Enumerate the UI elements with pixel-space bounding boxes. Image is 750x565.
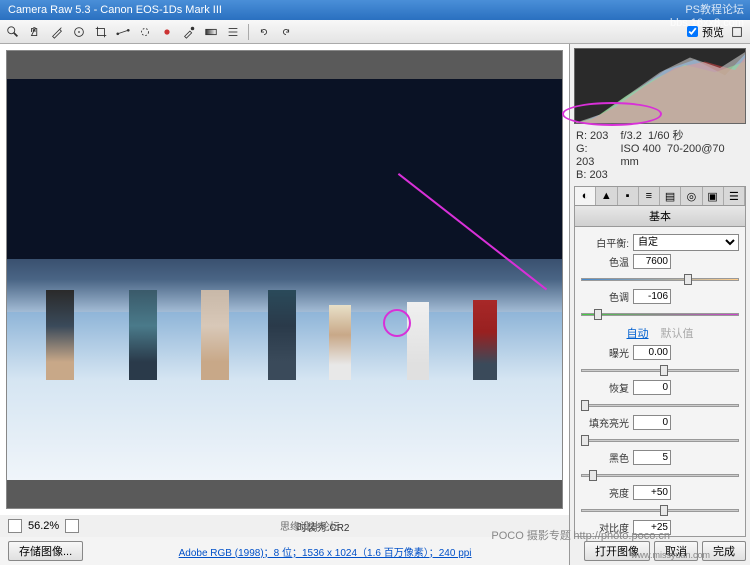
slider-label: 曝光 bbox=[581, 345, 629, 360]
tab-detail[interactable]: ▪ bbox=[618, 187, 639, 205]
slider-label: 黑色 bbox=[581, 450, 629, 465]
zoom-tool-icon[interactable] bbox=[4, 23, 22, 41]
workflow-link[interactable]: Adobe RGB (1998)；8 位；1536 x 1024（1.6 百万像… bbox=[179, 548, 472, 559]
zoom-level[interactable]: 56.2% bbox=[28, 520, 59, 532]
wb-select[interactable]: 自定 bbox=[633, 234, 739, 251]
histogram[interactable] bbox=[574, 48, 746, 124]
slider-label: 填充亮光 bbox=[581, 415, 629, 430]
watermark: POCO 摄影专题 http://photo.poco.cn bbox=[491, 527, 670, 543]
hand-tool-icon[interactable] bbox=[26, 23, 44, 41]
panel-tabs: ◐ ▲ ▪ ≡ ▤ ◎ ▣ ☰ bbox=[574, 186, 746, 206]
wb-tool-icon[interactable] bbox=[48, 23, 66, 41]
tab-lens[interactable]: ◎ bbox=[681, 187, 702, 205]
slider-亮度[interactable] bbox=[581, 503, 739, 517]
auto-link[interactable]: 自动 bbox=[627, 325, 649, 341]
zoom-out-icon[interactable] bbox=[8, 519, 22, 533]
slider-色温[interactable] bbox=[581, 272, 739, 286]
zoom-in-icon[interactable] bbox=[65, 519, 79, 533]
crop-tool-icon[interactable] bbox=[92, 23, 110, 41]
tab-basic[interactable]: ◐ bbox=[575, 187, 596, 205]
watermark: 思缘设计论坛 bbox=[280, 518, 340, 533]
gradient-tool-icon[interactable] bbox=[202, 23, 220, 41]
tab-camera[interactable]: ▣ bbox=[703, 187, 724, 205]
slider-value[interactable] bbox=[633, 485, 671, 500]
tab-hsl[interactable]: ≡ bbox=[639, 187, 660, 205]
slider-色调[interactable] bbox=[581, 307, 739, 321]
rotate-ccw-icon[interactable] bbox=[255, 23, 273, 41]
rotate-cw-icon[interactable] bbox=[277, 23, 295, 41]
watermark: www.missyuan.com bbox=[631, 550, 710, 560]
prefs-tool-icon[interactable] bbox=[224, 23, 242, 41]
slider-恢复[interactable] bbox=[581, 398, 739, 412]
title-bar: Camera Raw 5.3 - Canon EOS-1Ds Mark III bbox=[0, 0, 750, 20]
tab-curve[interactable]: ▲ bbox=[596, 187, 617, 205]
rgb-readout: R: 203G: 203B: 203 f/3.2 1/60 秒 ISO 400 … bbox=[570, 128, 750, 184]
slider-value[interactable] bbox=[633, 415, 671, 430]
slider-label: 亮度 bbox=[581, 485, 629, 500]
basic-panel: 白平衡: 自定 色温 色调 自动 默认值 曝光 恢复 填充亮光 黑色 亮度 对比… bbox=[574, 227, 746, 537]
watermark: PS教程论坛bbs.16xx8.com bbox=[670, 4, 744, 30]
default-link[interactable]: 默认值 bbox=[661, 325, 694, 341]
slider-黑色[interactable] bbox=[581, 468, 739, 482]
preview-canvas[interactable] bbox=[6, 50, 563, 509]
panel-header: 基本 bbox=[574, 206, 746, 227]
sampler-tool-icon[interactable] bbox=[70, 23, 88, 41]
wb-label: 白平衡: bbox=[581, 235, 629, 250]
slider-曝光[interactable] bbox=[581, 363, 739, 377]
slider-value[interactable] bbox=[633, 289, 671, 304]
spot-tool-icon[interactable] bbox=[136, 23, 154, 41]
slider-value[interactable] bbox=[633, 380, 671, 395]
slider-label: 色温 bbox=[581, 254, 629, 269]
adjust-brush-icon[interactable] bbox=[180, 23, 198, 41]
toolbar: 预览 bbox=[0, 20, 750, 44]
slider-value[interactable] bbox=[633, 450, 671, 465]
app-title: Camera Raw 5.3 - Canon EOS-1Ds Mark III bbox=[8, 4, 222, 16]
redeye-tool-icon[interactable] bbox=[158, 23, 176, 41]
slider-填充亮光[interactable] bbox=[581, 433, 739, 447]
slider-label: 恢复 bbox=[581, 380, 629, 395]
slider-label: 色调 bbox=[581, 289, 629, 304]
straighten-tool-icon[interactable] bbox=[114, 23, 132, 41]
tab-preset[interactable]: ☰ bbox=[724, 187, 745, 205]
slider-value[interactable] bbox=[633, 345, 671, 360]
save-image-button[interactable]: 存储图像... bbox=[8, 541, 83, 561]
tab-split[interactable]: ▤ bbox=[660, 187, 681, 205]
slider-value[interactable] bbox=[633, 254, 671, 269]
